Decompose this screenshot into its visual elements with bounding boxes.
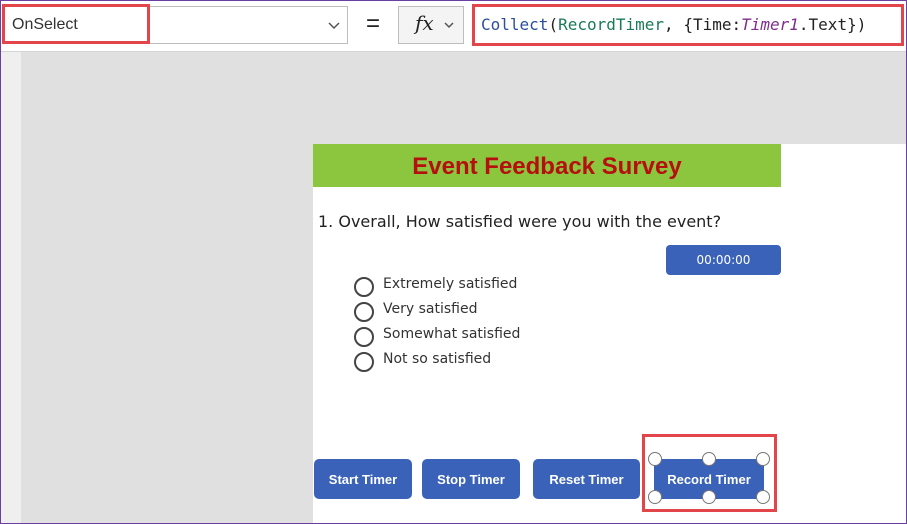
chevron-down-icon xyxy=(444,22,454,29)
radio-label: Very satisfied xyxy=(383,301,478,317)
radio-option-very[interactable]: Very satisfied xyxy=(354,301,584,323)
timer-control[interactable]: 00:00:00 xyxy=(666,245,781,275)
radio-icon[interactable] xyxy=(354,352,374,372)
formula-text: Collect(RecordTimer, {Time:Timer1.Text}) xyxy=(481,15,866,34)
resize-handle[interactable] xyxy=(756,490,770,504)
resize-handle[interactable] xyxy=(648,490,662,504)
reset-timer-button[interactable]: Reset Timer xyxy=(533,459,640,499)
formula-record-start: , {Time: xyxy=(664,15,742,34)
property-dropdown[interactable]: OnSelect xyxy=(4,6,348,44)
formula-control: Timer1 xyxy=(741,15,799,34)
workspace-gutter xyxy=(1,52,21,523)
stop-timer-button[interactable]: Stop Timer xyxy=(422,459,520,499)
formula-function: Collect xyxy=(481,15,549,34)
resize-handle[interactable] xyxy=(756,452,770,466)
chevron-down-icon xyxy=(328,22,340,30)
formula-open-paren: ( xyxy=(548,15,559,34)
page-title: Event Feedback Survey xyxy=(412,153,682,180)
formula-tail: .Text}) xyxy=(798,15,867,34)
fx-icon: fx xyxy=(415,11,434,35)
radio-label: Somewhat satisfied xyxy=(383,326,521,342)
resize-handle[interactable] xyxy=(702,452,716,466)
radio-label: Extremely satisfied xyxy=(383,276,518,292)
question-label[interactable]: 1. Overall, How satisfied were you with … xyxy=(318,212,721,231)
radio-icon[interactable] xyxy=(354,277,374,297)
radio-option-not-so[interactable]: Not so satisfied xyxy=(354,351,584,373)
radio-label: Not so satisfied xyxy=(383,351,492,367)
formula-bar: OnSelect = fx Collect(RecordTimer, {Time… xyxy=(0,0,907,52)
radio-icon[interactable] xyxy=(354,327,374,347)
title-banner[interactable]: Event Feedback Survey xyxy=(313,144,781,187)
resize-handle[interactable] xyxy=(648,452,662,466)
app-screen-overflow xyxy=(781,144,907,524)
start-timer-button[interactable]: Start Timer xyxy=(314,459,412,499)
resize-handle[interactable] xyxy=(702,490,716,504)
formula-collection: RecordTimer xyxy=(558,15,665,34)
radio-option-somewhat[interactable]: Somewhat satisfied xyxy=(354,326,584,348)
property-value: OnSelect xyxy=(12,16,78,33)
fx-button[interactable]: fx xyxy=(398,6,464,44)
formula-input[interactable]: Collect(RecordTimer, {Time:Timer1.Text}) xyxy=(472,4,904,46)
radio-option-extremely[interactable]: Extremely satisfied xyxy=(354,276,584,298)
equals-sign: = xyxy=(366,10,381,37)
radio-icon[interactable] xyxy=(354,302,374,322)
